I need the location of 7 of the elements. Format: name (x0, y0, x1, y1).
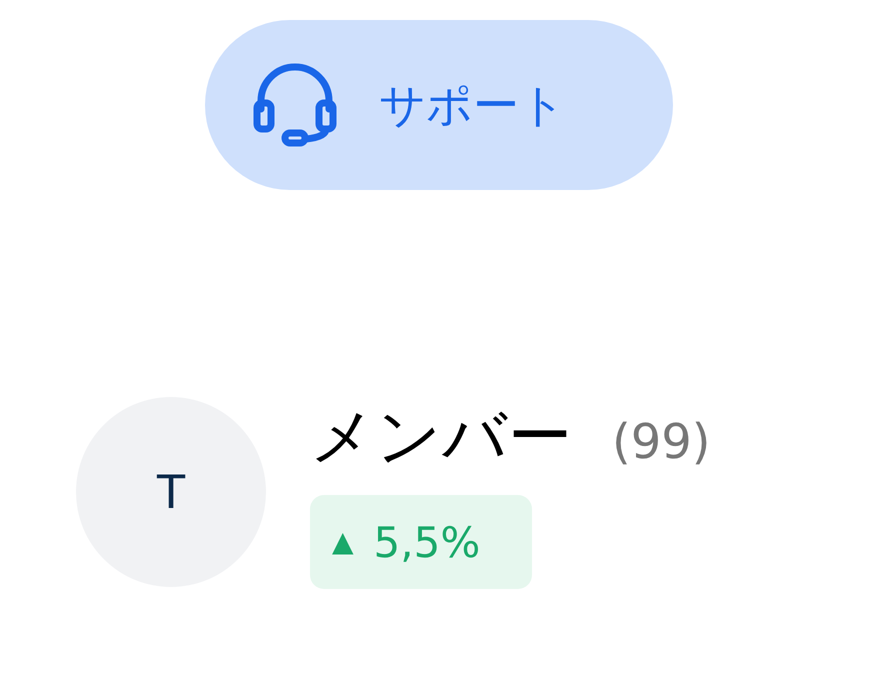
trend-arrow-icon: ▲ (332, 521, 354, 563)
change-value: 5,5% (374, 516, 480, 568)
avatar: T (76, 397, 266, 587)
support-button[interactable]: サポート (205, 20, 673, 190)
member-title: メンバー (310, 399, 572, 476)
member-count: (99) (612, 413, 711, 472)
headset-icon (251, 63, 339, 147)
